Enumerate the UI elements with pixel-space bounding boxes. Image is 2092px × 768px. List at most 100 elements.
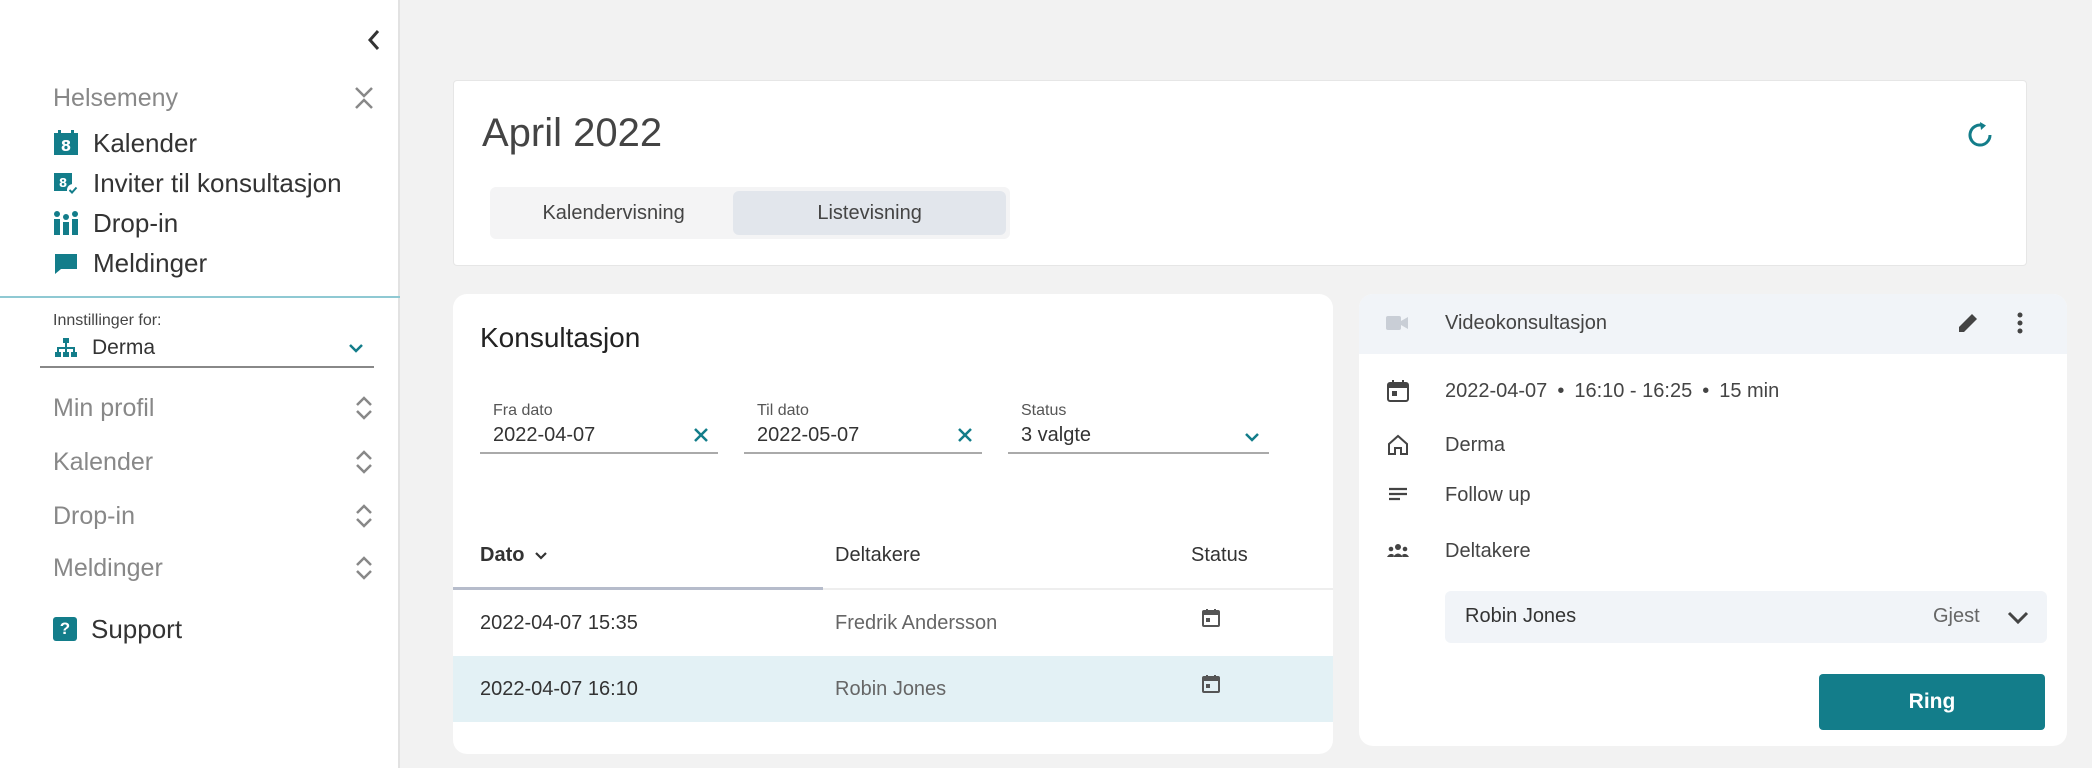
sidebar-item-label: Meldinger bbox=[93, 247, 208, 278]
table-row[interactable]: 2022-04-07 16:10 Robin Jones bbox=[453, 656, 1333, 722]
status-label: Status bbox=[1021, 402, 1067, 419]
accordion-kalender[interactable]: Kalender bbox=[53, 442, 375, 482]
column-header-label: Dato bbox=[480, 544, 525, 566]
video-camera-icon bbox=[1386, 316, 1408, 330]
from-date-field[interactable]: Fra dato 2022-04-07 bbox=[480, 402, 718, 454]
to-date-label: Til dato bbox=[757, 402, 809, 419]
detail-location: Derma bbox=[1385, 430, 1505, 460]
detail-duration: 15 min bbox=[1719, 379, 1780, 402]
column-header-status[interactable]: Status bbox=[1191, 544, 1248, 567]
more-vertical-icon[interactable] bbox=[2007, 310, 2033, 336]
tab-kalendervisning[interactable]: Kalendervisning bbox=[494, 191, 733, 235]
row-date: 2022-04-07 15:35 bbox=[480, 612, 638, 634]
chevron-down-icon bbox=[1245, 433, 1259, 442]
detail-date: 2022-04-07 bbox=[1445, 379, 1548, 402]
calendar-header: April 2022 Kalendervisning Listevisning bbox=[453, 80, 2027, 266]
list-title: Konsultasjon bbox=[480, 322, 641, 353]
chevron-collapse-icon bbox=[355, 87, 373, 109]
column-header-deltakere[interactable]: Deltakere bbox=[835, 544, 921, 567]
from-date-label: Fra dato bbox=[493, 402, 553, 419]
chat-icon bbox=[53, 250, 79, 276]
calendar-icon bbox=[1202, 675, 1220, 693]
chevron-down-icon bbox=[2007, 611, 2029, 625]
detail-note-text: Follow up bbox=[1445, 483, 1531, 506]
accordion-label: Min profil bbox=[53, 393, 155, 422]
consultation-list: Konsultasjon Fra dato 2022-04-07 Til dat… bbox=[453, 294, 1333, 754]
view-tabs: Kalendervisning Listevisning bbox=[490, 187, 1010, 239]
detail-title: Videokonsultasjon bbox=[1445, 312, 1607, 334]
to-date-value: 2022-05-07 bbox=[757, 424, 860, 446]
column-header-dato[interactable]: Dato bbox=[480, 544, 550, 567]
chevron-expand-icon bbox=[356, 396, 372, 420]
chevron-down-icon bbox=[349, 344, 363, 353]
people-icon bbox=[1385, 538, 1411, 564]
accordion-label: Drop-in bbox=[53, 501, 135, 530]
detail-time: 16:10 - 16:25 bbox=[1574, 379, 1693, 402]
org-tree-icon bbox=[55, 338, 77, 357]
chevron-expand-icon bbox=[356, 556, 372, 580]
health-menu-header[interactable]: Helsemeny bbox=[53, 80, 375, 116]
sidebar-item-support[interactable]: ? Support bbox=[53, 610, 182, 648]
sidebar-divider bbox=[0, 296, 400, 298]
svg-text:8: 8 bbox=[61, 137, 71, 155]
status-select[interactable]: Status 3 valgte bbox=[1008, 402, 1269, 454]
detail-header: Videokonsultasjon bbox=[1359, 294, 2067, 354]
edit-icon[interactable] bbox=[1955, 310, 1981, 336]
clear-icon[interactable] bbox=[692, 426, 710, 444]
accordion-meldinger[interactable]: Meldinger bbox=[53, 548, 375, 588]
sidebar: Helsemeny 8 Kalender 8 Inviter til konsu… bbox=[0, 0, 400, 768]
participant-name: Robin Jones bbox=[1465, 605, 1577, 627]
clear-icon[interactable] bbox=[956, 426, 974, 444]
queue-icon bbox=[53, 210, 79, 236]
chevron-expand-icon bbox=[356, 504, 372, 528]
row-date: 2022-04-07 16:10 bbox=[480, 678, 638, 700]
page-title: April 2022 bbox=[482, 111, 663, 155]
settings-unit-select[interactable]: Derma bbox=[40, 330, 374, 368]
calendar-check-icon: 8 bbox=[53, 170, 79, 196]
settings-unit-value: Derma bbox=[92, 336, 156, 359]
detail-participants: Deltakere bbox=[1385, 536, 1531, 566]
detail-note: Follow up bbox=[1385, 480, 1531, 510]
separator-dot: • bbox=[1702, 379, 1710, 402]
accordion-drop-in[interactable]: Drop-in bbox=[53, 496, 375, 536]
refresh-icon bbox=[1968, 122, 1992, 147]
sidebar-item-kalender[interactable]: 8 Kalender bbox=[53, 124, 197, 162]
call-button[interactable]: Ring bbox=[1819, 674, 2045, 730]
sidebar-item-meldinger[interactable]: Meldinger bbox=[53, 244, 207, 282]
home-icon bbox=[1385, 432, 1411, 458]
help-icon: ? bbox=[53, 617, 77, 641]
accordion-min-profil[interactable]: Min profil bbox=[53, 388, 375, 428]
tab-listevisning[interactable]: Listevisning bbox=[733, 191, 1006, 235]
refresh-button[interactable] bbox=[1962, 117, 1998, 153]
calendar-icon: 8 bbox=[53, 130, 79, 156]
notes-icon bbox=[1385, 482, 1411, 508]
row-participant: Fredrik Andersson bbox=[835, 612, 998, 634]
detail-datetime: 2022-04-07 • 16:10 - 16:25 • 15 min bbox=[1385, 376, 1779, 406]
table-row[interactable]: 2022-04-07 15:35 Fredrik Andersson bbox=[453, 590, 1333, 656]
chevron-left-icon bbox=[367, 30, 380, 50]
row-participant: Robin Jones bbox=[835, 678, 947, 700]
status-value: 3 valgte bbox=[1021, 424, 1092, 446]
calendar-icon bbox=[1385, 378, 1411, 404]
accordion-label: Meldinger bbox=[53, 553, 163, 582]
accordion-label: Kalender bbox=[53, 447, 154, 476]
support-label: Support bbox=[91, 613, 183, 644]
sort-chevron-down-icon bbox=[535, 551, 548, 560]
collapse-sidebar-button[interactable] bbox=[360, 26, 388, 54]
sidebar-item-label: Kalender bbox=[93, 127, 198, 158]
from-date-value: 2022-04-07 bbox=[493, 424, 596, 446]
participants-label: Deltakere bbox=[1445, 539, 1531, 562]
sidebar-item-inviter[interactable]: 8 Inviter til konsultasjon bbox=[53, 164, 342, 202]
svg-text:8: 8 bbox=[59, 176, 67, 190]
health-menu-title: Helsemeny bbox=[53, 83, 179, 112]
sidebar-item-label: Inviter til konsultasjon bbox=[93, 167, 342, 198]
chevron-expand-icon bbox=[356, 450, 372, 474]
to-date-field[interactable]: Til dato 2022-05-07 bbox=[744, 402, 982, 454]
participant-item[interactable]: Robin Jones Gjest bbox=[1445, 591, 2047, 643]
settings-for-label: Innstillinger for: bbox=[53, 312, 162, 329]
calendar-icon bbox=[1202, 609, 1220, 627]
separator-dot: • bbox=[1557, 379, 1565, 402]
detail-location-text: Derma bbox=[1445, 433, 1506, 456]
consultation-detail: Videokonsultasjon 2022-04-07 • 16:10 - 1… bbox=[1359, 294, 2067, 746]
sidebar-item-drop-in[interactable]: Drop-in bbox=[53, 204, 178, 242]
